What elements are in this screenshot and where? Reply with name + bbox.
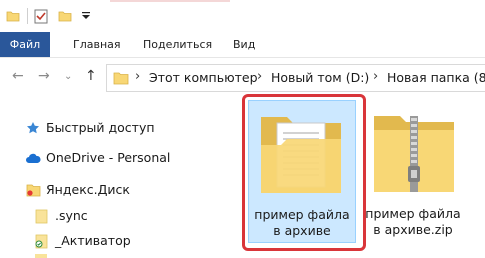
folder-icon[interactable] [6, 9, 20, 23]
folder-open-documents-icon [261, 117, 341, 193]
file-name: пример файла в архиве.zip [360, 206, 466, 238]
back-arrow-icon[interactable]: ← [12, 68, 24, 84]
customize-toolbar-icon[interactable] [80, 11, 92, 21]
folder-icon [35, 234, 48, 249]
folder-icon [113, 72, 129, 85]
star-icon [27, 122, 39, 134]
tab-view[interactable]: Вид [222, 32, 266, 57]
file-name: пример файла в архиве [249, 207, 355, 239]
cloud-icon [26, 153, 41, 163]
breadcrumb-folder[interactable]: Новая папка (8) [387, 70, 485, 85]
folder-icon [35, 254, 47, 258]
divider [27, 8, 28, 24]
ribbon-tabs: Файл Главная Поделиться Вид [0, 32, 485, 58]
up-arrow-icon[interactable]: ↑ [85, 68, 97, 84]
file-name-line: пример файла [254, 207, 350, 222]
title-bar [0, 0, 485, 32]
file-name-line: в архиве.zip [373, 222, 453, 237]
tab-file[interactable]: Файл [0, 32, 50, 57]
zip-folder-icon [374, 116, 454, 192]
address-bar[interactable]: › Этот компьютер › Новый том (D:) › Нова… [106, 64, 485, 92]
new-folder-icon[interactable] [58, 9, 72, 23]
file-name-line: пример файла [365, 206, 461, 221]
recent-locations-icon[interactable]: ⌄ [64, 71, 72, 82]
list-item[interactable]: пример файла в архиве.zip [360, 100, 466, 243]
file-name-line: в архиве [273, 223, 331, 238]
properties-icon[interactable] [34, 9, 48, 24]
sidebar-item-label: _Активатор [55, 233, 131, 248]
chevron-right-icon[interactable]: › [373, 69, 378, 84]
title-accent [110, 0, 230, 2]
navigation-bar: ← → ⌄ ↑ › Этот компьютер › Новый том (D:… [0, 58, 485, 96]
breadcrumb-this-pc[interactable]: Этот компьютер [149, 70, 258, 85]
chevron-right-icon[interactable]: › [257, 69, 262, 84]
forward-arrow-icon[interactable]: → [38, 68, 50, 84]
folder-icon [35, 209, 48, 224]
tab-share[interactable]: Поделиться [132, 32, 223, 57]
tab-home[interactable]: Главная [62, 32, 132, 57]
sidebar-item-label: .sync [55, 208, 88, 223]
sidebar-item-label: OneDrive - Personal [46, 150, 171, 165]
list-item[interactable]: пример файла в архиве [248, 100, 356, 243]
chevron-right-icon[interactable]: › [135, 69, 140, 84]
yandex-disk-icon [26, 184, 41, 197]
breadcrumb-drive[interactable]: Новый том (D:) [271, 70, 369, 85]
sidebar-item-label: Яндекс.Диск [46, 182, 130, 197]
sidebar-item-label: Быстрый доступ [46, 120, 155, 135]
